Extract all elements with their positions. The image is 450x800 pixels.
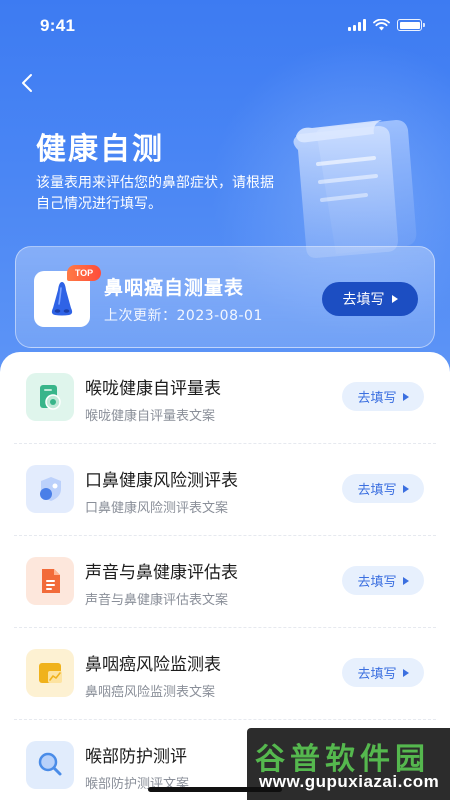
featured-title: 鼻咽癌自测量表 bbox=[104, 277, 245, 299]
item-title: 声音与鼻健康评估表 bbox=[85, 563, 238, 583]
play-arrow-icon bbox=[391, 295, 398, 303]
battery-icon bbox=[397, 19, 425, 31]
shield-icon bbox=[26, 465, 74, 513]
item-title: 喉咙健康自评量表 bbox=[85, 379, 221, 399]
fill-button[interactable]: 去填写 bbox=[342, 474, 424, 503]
item-title: 鼻咽癌风险监测表 bbox=[85, 655, 221, 675]
status-bar: 9:41 bbox=[0, 0, 450, 54]
list-item[interactable]: 鼻咽癌风险监测表 鼻咽癌风险监测表文案 去填写 bbox=[14, 628, 436, 720]
play-arrow-icon bbox=[402, 576, 409, 585]
item-subtitle: 喉咙健康自评量表文案 bbox=[85, 409, 216, 424]
item-title: 喉部防护测评 bbox=[85, 747, 187, 767]
play-arrow-icon bbox=[402, 484, 409, 493]
play-arrow-icon bbox=[402, 392, 409, 401]
status-icons bbox=[348, 19, 425, 31]
play-arrow-icon bbox=[402, 668, 409, 677]
hero-header: 9:41 健康自测 该量表用来评估您的鼻部症状，请根据自己情况进行填写。 TOP… bbox=[0, 0, 450, 380]
item-title: 口鼻健康风险测评表 bbox=[85, 471, 238, 491]
status-time: 9:41 bbox=[40, 16, 76, 35]
list-item[interactable]: 声音与鼻健康评估表 声音与鼻健康评估表文案 去填写 bbox=[14, 536, 436, 628]
scroll-illustration bbox=[293, 120, 417, 258]
signal-icon bbox=[348, 19, 366, 31]
featured-card[interactable]: TOP 鼻咽癌自测量表 上次更新：2023-08-01 去填写 bbox=[15, 246, 435, 348]
fill-button[interactable]: 去填写 bbox=[342, 658, 424, 687]
top-badge: TOP bbox=[67, 265, 101, 281]
featured-updated: 上次更新：2023-08-01 bbox=[104, 308, 263, 324]
featured-fill-label: 去填写 bbox=[342, 292, 385, 308]
back-button[interactable] bbox=[14, 70, 40, 96]
list-item[interactable]: 口鼻健康风险测评表 口鼻健康风险测评表文案 去填写 bbox=[14, 444, 436, 536]
fill-button-label: 去填写 bbox=[357, 391, 397, 406]
page-title: 健康自测 bbox=[36, 132, 164, 167]
featured-fill-button[interactable]: 去填写 bbox=[322, 282, 418, 316]
page-description: 该量表用来评估您的鼻部症状，请根据自己情况进行填写。 bbox=[36, 175, 274, 212]
fill-button-label: 去填写 bbox=[357, 575, 397, 590]
fill-button[interactable]: 去填写 bbox=[342, 566, 424, 595]
list-item[interactable]: 喉咙健康自评量表 喉咙健康自评量表文案 去填写 bbox=[14, 352, 436, 444]
document-icon bbox=[26, 557, 74, 605]
chart-icon bbox=[26, 649, 74, 697]
watermark-url: www.gupuxiazai.com bbox=[259, 772, 440, 791]
fill-button-label: 去填写 bbox=[357, 483, 397, 498]
throat-icon bbox=[26, 373, 74, 421]
item-subtitle: 声音与鼻健康评估表文案 bbox=[85, 593, 229, 608]
search-icon bbox=[26, 741, 74, 789]
fill-button[interactable]: 去填写 bbox=[342, 382, 424, 411]
item-subtitle: 口鼻健康风险测评表文案 bbox=[85, 501, 229, 516]
site-watermark: 谷普软件园 www.gupuxiazai.com bbox=[247, 728, 450, 800]
fill-button-label: 去填写 bbox=[357, 667, 397, 682]
wifi-icon bbox=[373, 19, 390, 31]
chevron-left-icon bbox=[22, 74, 32, 92]
item-subtitle: 鼻咽癌风险监测表文案 bbox=[85, 685, 216, 700]
